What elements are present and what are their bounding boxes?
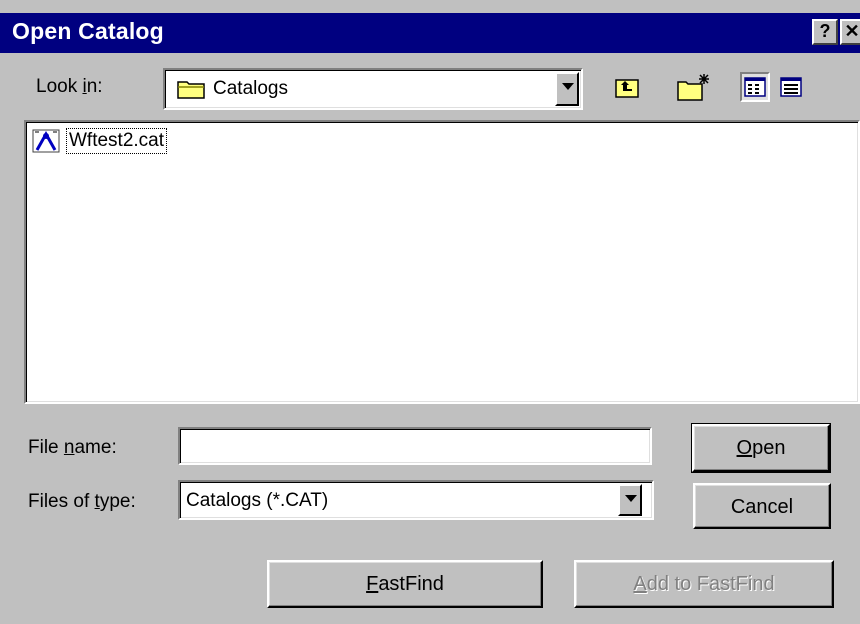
details-view-button[interactable]	[776, 72, 806, 102]
file-name-input[interactable]	[178, 427, 652, 465]
title-bar[interactable]: Open Catalog ? ✕	[0, 13, 860, 53]
open-button-label: Open	[736, 437, 786, 459]
look-in-value: Catalogs	[213, 78, 288, 99]
look-in-label: Look in:	[36, 76, 103, 97]
fastfind-button-label: FastFind	[366, 573, 444, 595]
cancel-button[interactable]: Cancel	[693, 483, 831, 529]
up-one-level-button[interactable]	[612, 72, 642, 102]
files-of-type-label: Files of type:	[28, 491, 136, 512]
details-view-icon	[778, 77, 804, 104]
up-folder-icon	[614, 79, 640, 104]
folder-icon	[177, 78, 207, 105]
add-to-fastfind-button[interactable]: Add to FastFind	[574, 560, 834, 608]
close-button[interactable]: ✕	[840, 19, 860, 45]
open-button[interactable]: Open	[691, 423, 831, 473]
file-name-text: Wftest2.cat	[66, 128, 168, 154]
cancel-button-label: Cancel	[730, 496, 794, 518]
help-button[interactable]: ?	[812, 19, 838, 45]
open-catalog-dialog: Open Catalog ? ✕ Look in: Catalogs Wftes…	[0, 0, 860, 624]
look-in-combobox[interactable]: Catalogs	[163, 68, 583, 110]
create-new-folder-button[interactable]	[674, 70, 712, 101]
files-of-type-combobox[interactable]: Catalogs (*.CAT)	[178, 480, 654, 520]
files-of-type-value: Catalogs (*.CAT)	[186, 490, 329, 511]
fastfind-button[interactable]: FastFind	[267, 560, 543, 608]
file-list[interactable]: Wftest2.cat	[24, 120, 860, 404]
files-of-type-dropdown-arrow[interactable]	[618, 484, 642, 516]
catalog-file-icon	[32, 128, 62, 159]
look-in-dropdown-arrow[interactable]	[555, 72, 579, 106]
list-view-icon	[742, 77, 768, 104]
add-to-fastfind-button-label: Add to FastFind	[633, 573, 775, 595]
list-view-button[interactable]	[740, 72, 770, 102]
new-folder-icon	[676, 74, 712, 106]
file-name-label: File name:	[28, 437, 117, 458]
dialog-title: Open Catalog	[12, 18, 164, 44]
